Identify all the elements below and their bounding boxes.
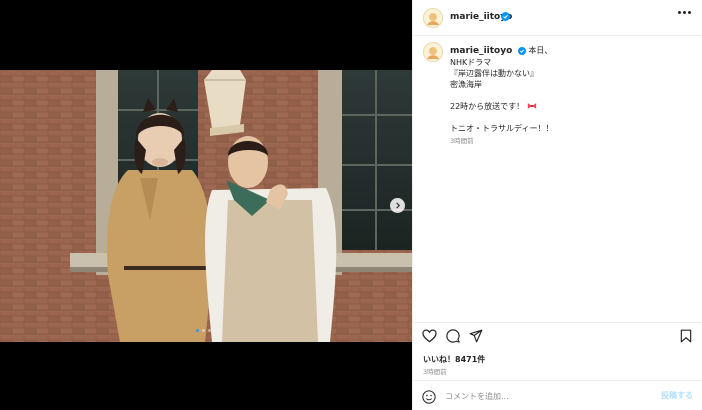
more-options-dot [683,11,686,14]
carousel-next-button[interactable] [390,198,405,213]
like-button[interactable] [422,329,437,343]
carousel-dot [202,329,205,332]
more-options-icon [678,11,681,14]
comment-button[interactable] [446,329,460,343]
caption-username-link[interactable]: marie_iitoyo [450,46,512,56]
action-bar: いいね！8471件 3時間前 [413,322,702,380]
caption-timestamp: 3時間前 [450,137,474,145]
caption-line: 22時から放送です！ [450,102,525,111]
media-panel [0,0,412,410]
emoji-button[interactable] [422,389,436,408]
share-button[interactable] [469,329,483,343]
caption-text: marie_iitoyo 本日、 NHKドラマ 『岸辺露伴は動かない』 密漁海岸… [450,45,690,147]
instagram-post-view: marie_iitoyo marie_iitoyo 本日、 NHKドラマ 『岸辺… [0,0,702,410]
verified-badge-icon [517,46,526,55]
post-comment-button[interactable]: 投稿する [661,390,693,401]
caption-line: 『岸辺露伴は動かない』 [450,69,538,78]
comment-input[interactable] [445,388,645,404]
avatar[interactable] [423,8,443,28]
post-header: marie_iitoyo [413,0,702,36]
post-side-panel: marie_iitoyo marie_iitoyo 本日、 NHKドラマ 『岸辺… [412,0,702,410]
chevron-right-icon [396,202,401,209]
caption-line-with-emoji: 22時から放送です！ [450,101,690,112]
comment-icon [446,329,460,343]
photo-illustration [0,70,412,342]
comment-composer: 投稿する [413,380,702,410]
caption-line: NHKドラマ [450,58,492,67]
more-options-dot [688,11,691,14]
like-count[interactable]: いいね！8471件 [423,354,485,365]
more-options-button[interactable] [678,11,691,14]
bookmark-icon [680,329,692,343]
profile-avatar-image [424,9,442,27]
profile-avatar-image [424,43,442,61]
caption-avatar[interactable] [423,42,443,62]
smiley-icon [422,390,436,404]
caption-line: 本日、 [528,46,553,55]
caption-first-line: marie_iitoyo 本日、 [450,45,690,57]
post-photo[interactable] [0,70,412,342]
verified-badge-icon [501,12,510,21]
caption-line: トニオ・トラサルディー！！ [450,124,554,133]
heart-icon [422,329,437,343]
save-button[interactable] [680,329,692,343]
carousel-indicator [196,329,211,332]
carousel-dot [208,329,211,332]
ribbon-bow-icon [527,103,536,109]
carousel-dot [196,329,199,332]
post-timestamp[interactable]: 3時間前 [423,366,447,376]
paper-plane-icon [469,329,483,343]
caption-line: 密漁海岸 [450,80,482,89]
